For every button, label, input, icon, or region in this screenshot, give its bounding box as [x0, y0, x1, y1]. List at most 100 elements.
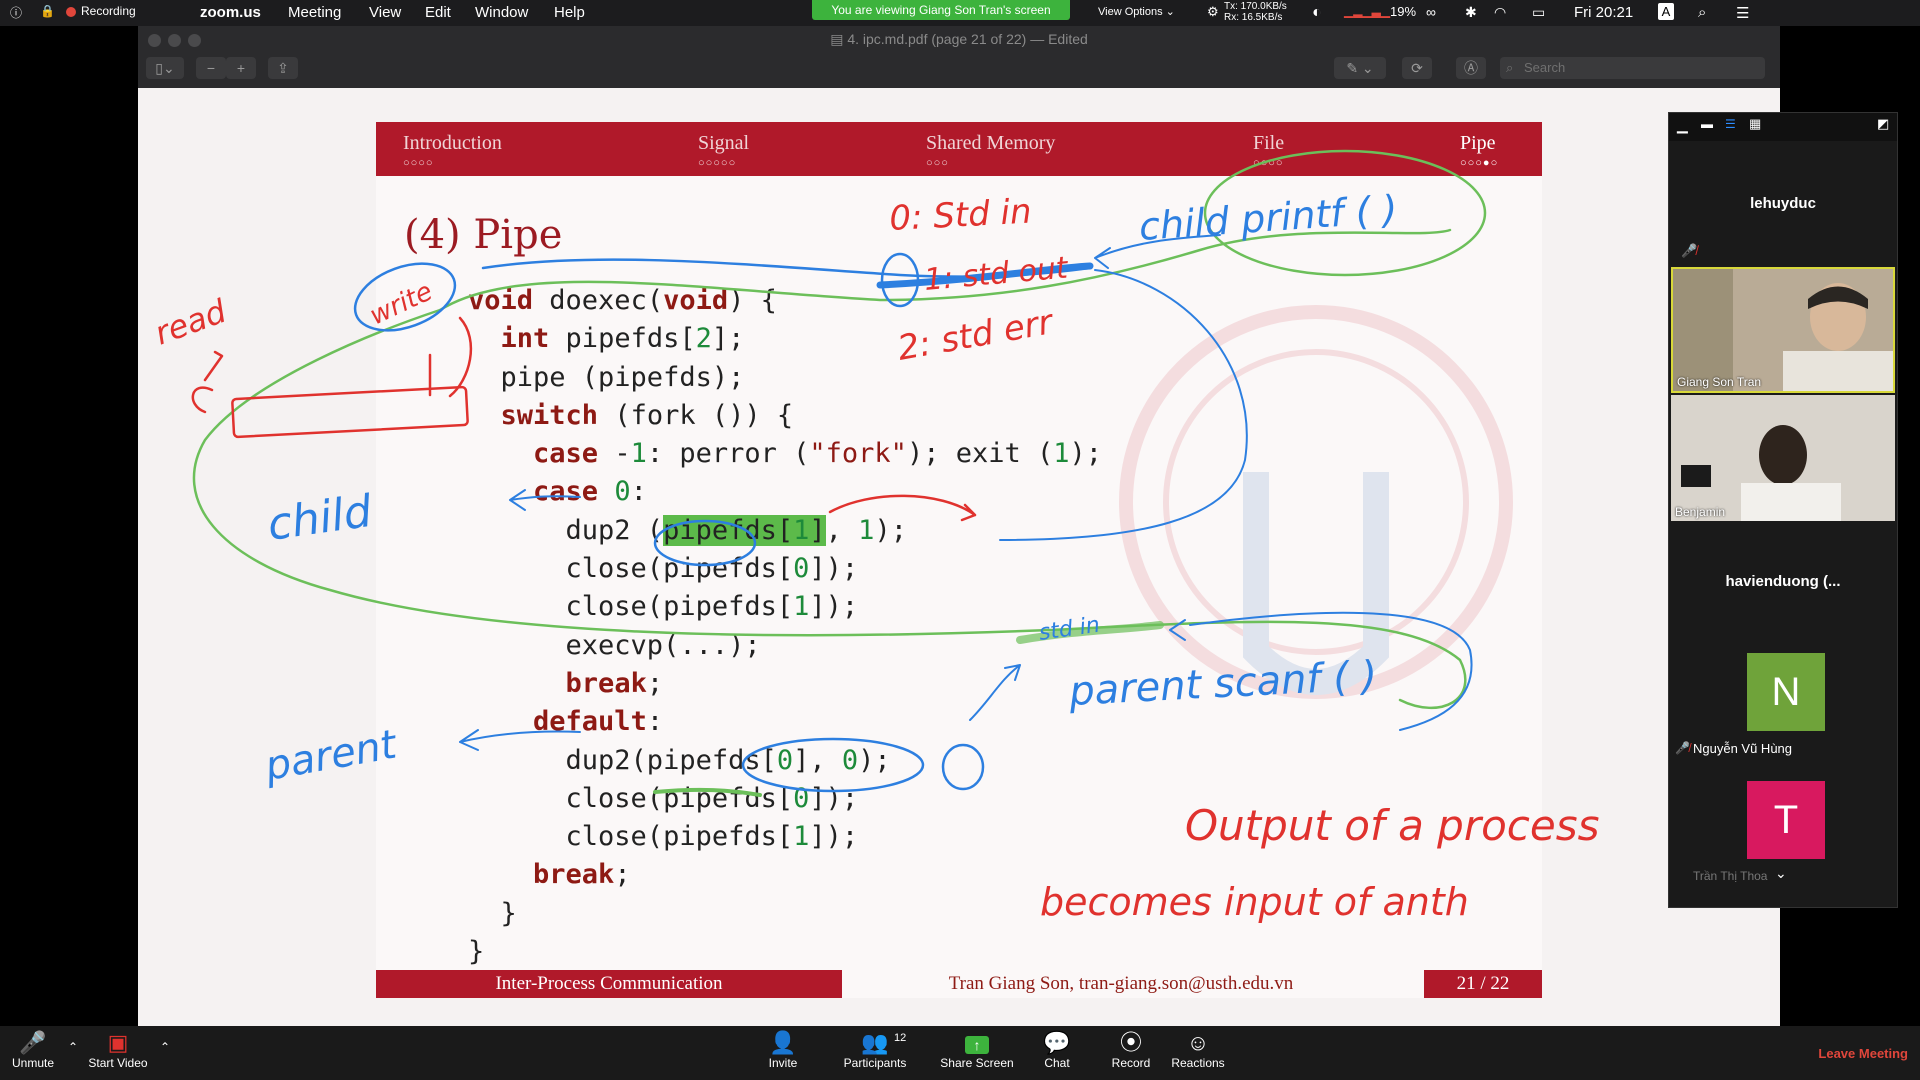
page-number: 21 / 22 — [1424, 970, 1542, 998]
audio-options-chevron-icon[interactable]: ⌃ — [66, 1040, 80, 1054]
input-source-icon[interactable]: A — [1658, 3, 1674, 20]
pdf-page-area: Introduction ○○○○ Signal ○○○○○ Shared Memo… — [138, 88, 1780, 1026]
popout-gallery-icon[interactable]: ◩ — [1877, 116, 1889, 132]
record-icon: ⦿ — [1119, 1030, 1142, 1055]
nav-file[interactable]: File ○○○○ — [1253, 132, 1284, 169]
shared-screen: ▤ 4. ipc.md.pdf (page 21 of 22) — Edited… — [138, 26, 1780, 1026]
footer-author: Tran Giang Son, tran-giang.son@usth.edu.… — [948, 973, 1294, 994]
clock[interactable]: Fri 20:21 — [1574, 4, 1633, 21]
avatar: N — [1747, 653, 1825, 731]
battery-percent: 19% — [1390, 4, 1417, 19]
code-block: void doexec(void) { int pipefds[2]; pipe… — [468, 285, 1103, 968]
menu-bar: ⓘ 🔒 Recording zoom.us Meeting View Edit … — [0, 0, 1920, 26]
net-tx: Tx: 170.0KB/s — [1224, 1, 1287, 12]
nav-dots: ○○○○ — [1253, 157, 1284, 169]
participant-name: lehuyduc — [1750, 195, 1816, 212]
slide-nav-bar: Introduction ○○○○ Signal ○○○○○ Shared Memo… — [376, 122, 1542, 176]
preview-toolbar: ▤ 4. ipc.md.pdf (page 21 of 22) — Edited… — [138, 26, 1780, 88]
annotate-button[interactable]: Ⓐ — [1456, 57, 1486, 79]
edited-label: — Edited — [1030, 31, 1088, 47]
nav-signal[interactable]: Signal ○○○○○ — [698, 132, 749, 169]
view-grid-icon[interactable]: ▦ — [1749, 116, 1761, 132]
battery-icon[interactable]: ▭ — [1532, 4, 1545, 21]
moon-icon: ◐ — [1312, 4, 1322, 21]
muted-mic-icon: 🎤̸ — [1675, 741, 1690, 755]
spotlight-icon[interactable]: ⌕ — [1698, 4, 1706, 21]
video-tile-active-speaker[interactable]: Giang Son Tran — [1671, 267, 1895, 393]
add-person-icon: 👤 — [769, 1030, 797, 1055]
nav-dots: ○○○○○ — [698, 157, 737, 169]
nav-dots: ○○○○ — [403, 157, 434, 169]
speaker-video-feed — [1673, 269, 1893, 391]
nav-dots: ○○○ — [926, 157, 949, 169]
app-menu[interactable]: zoom.us — [200, 4, 261, 21]
participant-video-feed — [1671, 395, 1895, 521]
document-title: ▤ 4. ipc.md.pdf (page 21 of 22) — Edited — [138, 31, 1780, 48]
nav-shared-memory[interactable]: Shared Memory ○○○ — [926, 132, 1055, 169]
share-screen-icon: ↑ — [940, 1030, 1014, 1056]
participant-tile[interactable]: N 🎤̸ Trần Thị Thoa Nguyễn Vũ Hùng — [1671, 649, 1895, 775]
rotate-button[interactable]: ⟳ — [1402, 57, 1432, 79]
search-input[interactable]: ⌕ Search — [1500, 57, 1765, 79]
nav-pipe[interactable]: Pipe ○○○●○ — [1460, 132, 1498, 169]
document-name: 4. ipc.md.pdf (page 21 of 22) — [847, 31, 1027, 47]
reactions-button[interactable]: ☺ Reactions — [1170, 1030, 1226, 1070]
chat-button[interactable]: 💬 Chat — [1042, 1030, 1072, 1070]
unmute-button[interactable]: 🎤 Unmute — [8, 1030, 58, 1070]
lock-icon: 🔒 — [40, 4, 55, 18]
sidebar-toggle-button[interactable]: ▯⌄ — [146, 57, 184, 79]
video-options-chevron-icon[interactable]: ⌃ — [158, 1040, 172, 1054]
video-tile[interactable]: Benjamin — [1671, 395, 1895, 521]
activity-graph-icon: ▁▂▁▃▁ — [1344, 4, 1391, 18]
network-icon: ⚙ — [1207, 4, 1219, 19]
record-button[interactable]: ⦿ Record — [1110, 1030, 1152, 1070]
network-stats: Tx: 170.0KB/s Rx: 16.5KB/s — [1224, 1, 1287, 23]
view-strip-icon[interactable]: ▬ — [1701, 117, 1713, 131]
participant-name: Nguyễn Vũ Hùng — [1693, 741, 1793, 756]
invite-button[interactable]: 👤 Invite — [760, 1030, 806, 1070]
menu-help[interactable]: Help — [554, 4, 585, 21]
start-video-button[interactable]: ▣ Start Video — [88, 1030, 148, 1070]
markup-pen-button[interactable]: ✎ ⌄ — [1334, 57, 1386, 79]
footer-title: Inter-Process Communication — [376, 970, 842, 998]
pdf-icon: ▤ — [830, 31, 848, 47]
slide: Introduction ○○○○ Signal ○○○○○ Shared Memo… — [376, 122, 1542, 998]
menu-window[interactable]: Window — [475, 4, 528, 21]
reactions-icon: ☺ — [1186, 1030, 1210, 1055]
menu-meeting[interactable]: Meeting — [288, 4, 341, 21]
bluetooth-icon[interactable]: ✱ — [1465, 4, 1477, 21]
recording-indicator[interactable]: Recording — [66, 4, 136, 18]
university-watermark — [1119, 305, 1513, 699]
scroll-down-icon[interactable]: ⌄ — [1775, 865, 1787, 882]
notification-center-icon[interactable]: ☰ — [1736, 4, 1749, 22]
net-rx: Rx: 16.5KB/s — [1224, 12, 1283, 23]
wifi-icon[interactable]: ◠ — [1494, 4, 1506, 21]
avatar: T — [1747, 781, 1825, 859]
view-list-icon[interactable]: ☰ — [1725, 117, 1736, 131]
share-screen-button[interactable]: ↑ Share Screen — [940, 1030, 1014, 1070]
view-options-button[interactable]: View Options ⌄ — [1098, 5, 1175, 18]
chat-icon: 💬 — [1043, 1030, 1071, 1055]
gallery-header: ▁ ▬ ☰ ▦ ◩ — [1669, 113, 1897, 141]
leave-meeting-button[interactable]: Leave Meeting — [1818, 1046, 1908, 1061]
participant-name: Benjamin — [1675, 505, 1726, 519]
search-placeholder: Search — [1524, 60, 1566, 75]
nav-introduction[interactable]: Introduction ○○○○ — [403, 132, 502, 169]
zoom-in-button[interactable]: + — [226, 57, 256, 79]
share-banner: You are viewing Giang Son Tran's screen — [812, 0, 1070, 20]
participant-name: Trần Thị Thoa — [1693, 869, 1768, 883]
participant-tile[interactable]: havienduong (... — [1671, 523, 1895, 647]
minimize-gallery-icon[interactable]: ▁ — [1677, 117, 1688, 134]
meeting-toolbar: 🎤 Unmute ⌃ ▣ Start Video ⌃ 👤 Invite 👥 Partic… — [0, 1026, 1920, 1080]
participants-count: 12 — [894, 1032, 907, 1044]
menu-edit[interactable]: Edit — [425, 4, 451, 21]
share-doc-button[interactable]: ⇪ — [268, 57, 298, 79]
participant-tile[interactable]: T Trần Thị Thoa ⌄ — [1671, 777, 1895, 905]
participant-name: havienduong (... — [1725, 573, 1841, 590]
menu-view[interactable]: View — [369, 4, 401, 21]
info-icon[interactable]: ⓘ — [10, 4, 22, 21]
muted-mic-icon: 🎤 — [19, 1030, 47, 1055]
glasses-icon[interactable]: ∞ — [1426, 4, 1436, 20]
zoom-out-button[interactable]: − — [196, 57, 226, 79]
participant-tile[interactable]: lehuyduc 🎤̸ — [1671, 143, 1895, 265]
